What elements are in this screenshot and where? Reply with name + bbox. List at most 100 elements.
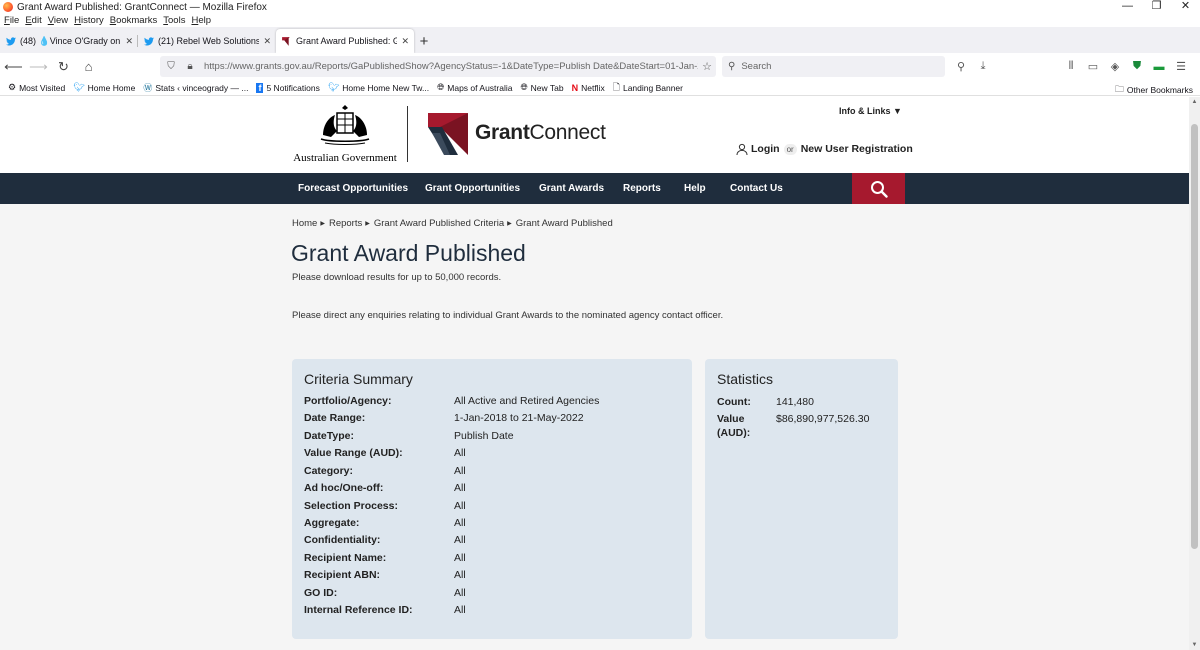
restore-button[interactable]: ❐ xyxy=(1142,0,1171,13)
page-scrollbar[interactable]: ▲ ▼ xyxy=(1189,97,1200,650)
nav-grant-opportunities[interactable]: Grant Opportunities xyxy=(425,173,520,204)
tab-rebel-twitter[interactable]: (21) Rebel Web Solutions / Twitt ✕ xyxy=(138,29,276,53)
criteria-row-portfolio: Portfolio/Agency: All Active and Retired … xyxy=(304,395,600,407)
grantconnect-logo-icon[interactable] xyxy=(428,113,468,155)
nav-forecast-opportunities[interactable]: Forecast Opportunities xyxy=(298,173,408,204)
criteria-row-recipient-name: Recipient Name: All xyxy=(304,552,466,564)
download-note: Please download results for up to 50,000… xyxy=(292,272,502,283)
forward-button[interactable]: ⟶ xyxy=(27,55,50,78)
register-link[interactable]: New User Registration xyxy=(801,143,913,155)
site-search-button[interactable] xyxy=(852,173,905,204)
bookmark-notifications[interactable]: f5 Notifications xyxy=(256,82,320,93)
nav-contact-us[interactable]: Contact Us xyxy=(730,173,783,204)
criteria-heading: Criteria Summary xyxy=(304,371,413,387)
facebook-icon: f xyxy=(256,82,264,93)
shield-extension-icon[interactable]: ⛊ xyxy=(1126,60,1148,73)
menu-history[interactable]: History xyxy=(74,15,104,26)
stat-value: Value (AUD): $86,890,977,526.30 xyxy=(717,413,870,439)
reload-button[interactable]: ↻ xyxy=(52,55,75,78)
twitter-icon xyxy=(5,36,16,47)
nav-grant-awards[interactable]: Grant Awards xyxy=(539,173,604,204)
page-title: Grant Award Published xyxy=(291,240,526,266)
minimize-button[interactable]: — xyxy=(1113,0,1142,13)
criteria-row-category: Category: All xyxy=(304,465,466,477)
breadcrumb-reports[interactable]: Reports xyxy=(329,218,362,229)
menu-tools[interactable]: Tools xyxy=(163,15,185,26)
breadcrumb-home[interactable]: Home xyxy=(292,218,317,229)
other-bookmarks[interactable]: 🗀 Other Bookmarks xyxy=(1115,82,1193,98)
or-separator: or xyxy=(783,143,797,155)
url-text[interactable]: https://www.grants.gov.au/Reports/GaPubl… xyxy=(204,61,698,72)
menu-file[interactable]: File xyxy=(4,15,19,26)
nav-reports[interactable]: Reports xyxy=(623,173,661,204)
breadcrumb: Home ▶ Reports ▶ Grant Award Published Cri… xyxy=(292,218,613,229)
navigation-toolbar: ⟵ ⟶ ↻ ⌂ ⛉ 🔒︎ https://www.grants.gov.au/R… xyxy=(0,53,1200,80)
bookmark-stats[interactable]: Ⓦ Stats ‹ vinceogrady — ... xyxy=(143,81,248,94)
search-placeholder: Search xyxy=(741,61,772,72)
back-button[interactable]: ⟵ xyxy=(2,55,25,78)
globe-icon: 🌐︎ xyxy=(520,82,528,92)
window-title-bar: Grant Award Published: GrantConnect — Mo… xyxy=(0,0,1200,14)
twitter-icon: 🐦︎ xyxy=(327,82,340,92)
tab-grant-award-published[interactable]: Grant Award Published: GrantCo ✕ xyxy=(276,29,414,53)
close-tab-icon[interactable]: ✕ xyxy=(401,36,409,47)
scroll-up-icon[interactable]: ▲ xyxy=(1189,99,1200,105)
login-area: Login or New User Registration xyxy=(736,143,913,155)
close-tab-icon[interactable]: ✕ xyxy=(263,36,271,47)
new-tab-button[interactable]: + xyxy=(414,29,434,53)
scrollbar-thumb[interactable] xyxy=(1191,124,1198,549)
bookmark-landing-banner[interactable]: 🗋 Landing Banner xyxy=(613,80,683,96)
green-extension-icon[interactable]: ▬ xyxy=(1148,61,1170,73)
bookmark-home-home[interactable]: 🐦︎ Home Home xyxy=(73,82,135,93)
bookmark-home-new-tweets[interactable]: 🐦︎ Home Home New Tw... xyxy=(328,82,429,93)
bookmark-star-icon[interactable]: ☆ xyxy=(698,60,716,73)
criteria-row-date-type: DateType: Publish Date xyxy=(304,430,514,442)
breadcrumb-criteria[interactable]: Grant Award Published Criteria xyxy=(374,218,504,229)
breadcrumb-arrow-icon: ▶ xyxy=(365,221,370,227)
close-window-button[interactable]: ✕ xyxy=(1171,0,1200,13)
search-input[interactable]: ⚲ Search xyxy=(722,56,945,77)
menu-help[interactable]: Help xyxy=(191,15,211,26)
downloads-icon[interactable]: ⤓ xyxy=(972,60,994,73)
globe-icon: 🌐︎ xyxy=(437,82,445,92)
page-icon: 🗋 xyxy=(612,81,620,92)
gear-icon: ⚙ xyxy=(8,82,17,92)
tab-vince-twitter[interactable]: (48) 💧Vince O'Grady on Twitter ✕ xyxy=(0,29,138,53)
info-links-dropdown[interactable]: Info & Links ▼ xyxy=(839,106,902,116)
sidebar-icon[interactable]: ▭ xyxy=(1082,60,1104,73)
tab-label: Grant Award Published: GrantCo xyxy=(296,36,398,46)
login-link[interactable]: Login xyxy=(751,143,780,155)
library-icon[interactable]: ⫴ xyxy=(1060,60,1082,73)
url-bar[interactable]: ⛉ 🔒︎ https://www.grants.gov.au/Reports/G… xyxy=(160,56,716,77)
menu-view[interactable]: View xyxy=(48,15,68,26)
tracking-shield-icon[interactable]: ⛉ xyxy=(163,61,179,72)
zoom-search-icon[interactable]: ⚲ xyxy=(950,60,972,73)
search-icon: ⚲ xyxy=(728,61,736,72)
criteria-row-recipient-abn: Recipient ABN: All xyxy=(304,569,466,581)
scroll-down-icon[interactable]: ▼ xyxy=(1189,642,1200,648)
statistics-panel: Statistics Count: 141,480 Value (AUD): $8… xyxy=(705,359,898,639)
bookmark-most-visited[interactable]: ⚙ Most Visited xyxy=(8,82,65,93)
bookmark-netflix[interactable]: N Netflix xyxy=(572,83,605,93)
firefox-icon xyxy=(3,2,13,12)
user-icon xyxy=(736,143,748,155)
nav-help[interactable]: Help xyxy=(684,173,706,204)
menu-edit[interactable]: Edit xyxy=(25,15,41,26)
criteria-row-value-range: Value Range (AUD): All xyxy=(304,447,466,459)
criteria-row-date-range: Date Range: 1-Jan-2018 to 21-May-2022 xyxy=(304,412,584,424)
grantconnect-wordmark[interactable]: GrantConnect xyxy=(475,121,606,145)
lock-icon[interactable]: 🔒︎ xyxy=(182,61,198,72)
coat-of-arms-icon xyxy=(320,105,370,145)
close-tab-icon[interactable]: ✕ xyxy=(125,36,133,47)
bookmark-new-tab[interactable]: 🌐︎ New Tab xyxy=(520,82,563,93)
home-button[interactable]: ⌂ xyxy=(77,55,100,78)
menu-hamburger-icon[interactable]: ☰ xyxy=(1170,60,1192,73)
menu-bookmarks[interactable]: Bookmarks xyxy=(110,15,158,26)
window-controls: — ❐ ✕ xyxy=(1113,0,1200,13)
twitter-icon xyxy=(143,36,154,47)
bookmark-maps-australia[interactable]: 🌐︎ Maps of Australia xyxy=(437,82,512,93)
australian-government-logo[interactable]: Australian Government xyxy=(291,105,399,167)
breadcrumb-arrow-icon: ▶ xyxy=(507,221,512,227)
site-header: Australian Government GrantConnect Info … xyxy=(0,97,1189,173)
extension-icon[interactable]: ◈ xyxy=(1104,60,1126,73)
